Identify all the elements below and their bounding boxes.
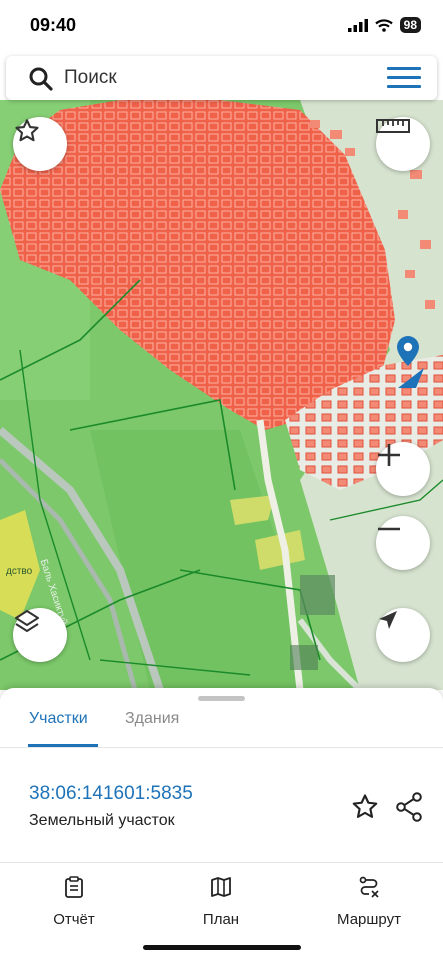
layers-icon [15,610,39,632]
zoom-out-button[interactable] [376,516,430,570]
layers-button[interactable] [13,608,67,662]
share-icon[interactable] [395,792,423,822]
nav-plan-label: План [202,911,240,928]
status-icons: 98 [347,17,421,33]
star-icon[interactable] [350,792,380,822]
map-icon [211,877,231,897]
star-icon [15,119,39,142]
home-indicator [143,945,301,950]
search-input[interactable] [64,64,364,92]
ruler-button[interactable] [376,117,430,171]
status-time: 09:40 [30,15,77,35]
menu-icon[interactable] [387,67,421,89]
nav-route[interactable]: Маршрут [314,876,424,928]
status-bar: 09:40 98 [0,0,443,52]
sheet-divider [0,862,443,863]
plus-icon [378,444,400,466]
tab-parcels[interactable]: Участки [29,710,88,728]
search-icon[interactable] [28,66,54,92]
zoom-in-button[interactable] [376,442,430,496]
tab-buildings[interactable]: Здания [125,710,179,728]
nav-report-label: Отчёт [53,911,95,928]
minus-icon [378,527,400,531]
tabs-divider [0,747,443,748]
locate-button[interactable] [376,608,430,662]
nav-report[interactable]: Отчёт [19,876,129,928]
map-pin-icon[interactable] [392,336,432,392]
search-bar [6,56,437,100]
parcel-type: Земельный участок [29,812,175,829]
map-label-district: дство [6,566,33,577]
battery-indicator: 98 [399,17,421,33]
report-icon [65,876,83,898]
favorite-map-button[interactable] [13,117,67,171]
route-icon [359,876,379,898]
parcel-cadastral-number[interactable]: 38:06:141601:5835 [29,783,193,805]
ruler-icon [376,119,410,133]
map-canvas [0,100,443,690]
map-view[interactable]: Баль Хасиктуй дство [0,100,443,690]
wifi-icon [374,18,393,32]
sheet-drag-handle[interactable] [198,696,245,701]
locate-icon [379,611,397,629]
nav-route-label: Маршрут [337,911,401,928]
nav-plan[interactable]: План [166,876,276,928]
signal-icon [347,18,368,32]
